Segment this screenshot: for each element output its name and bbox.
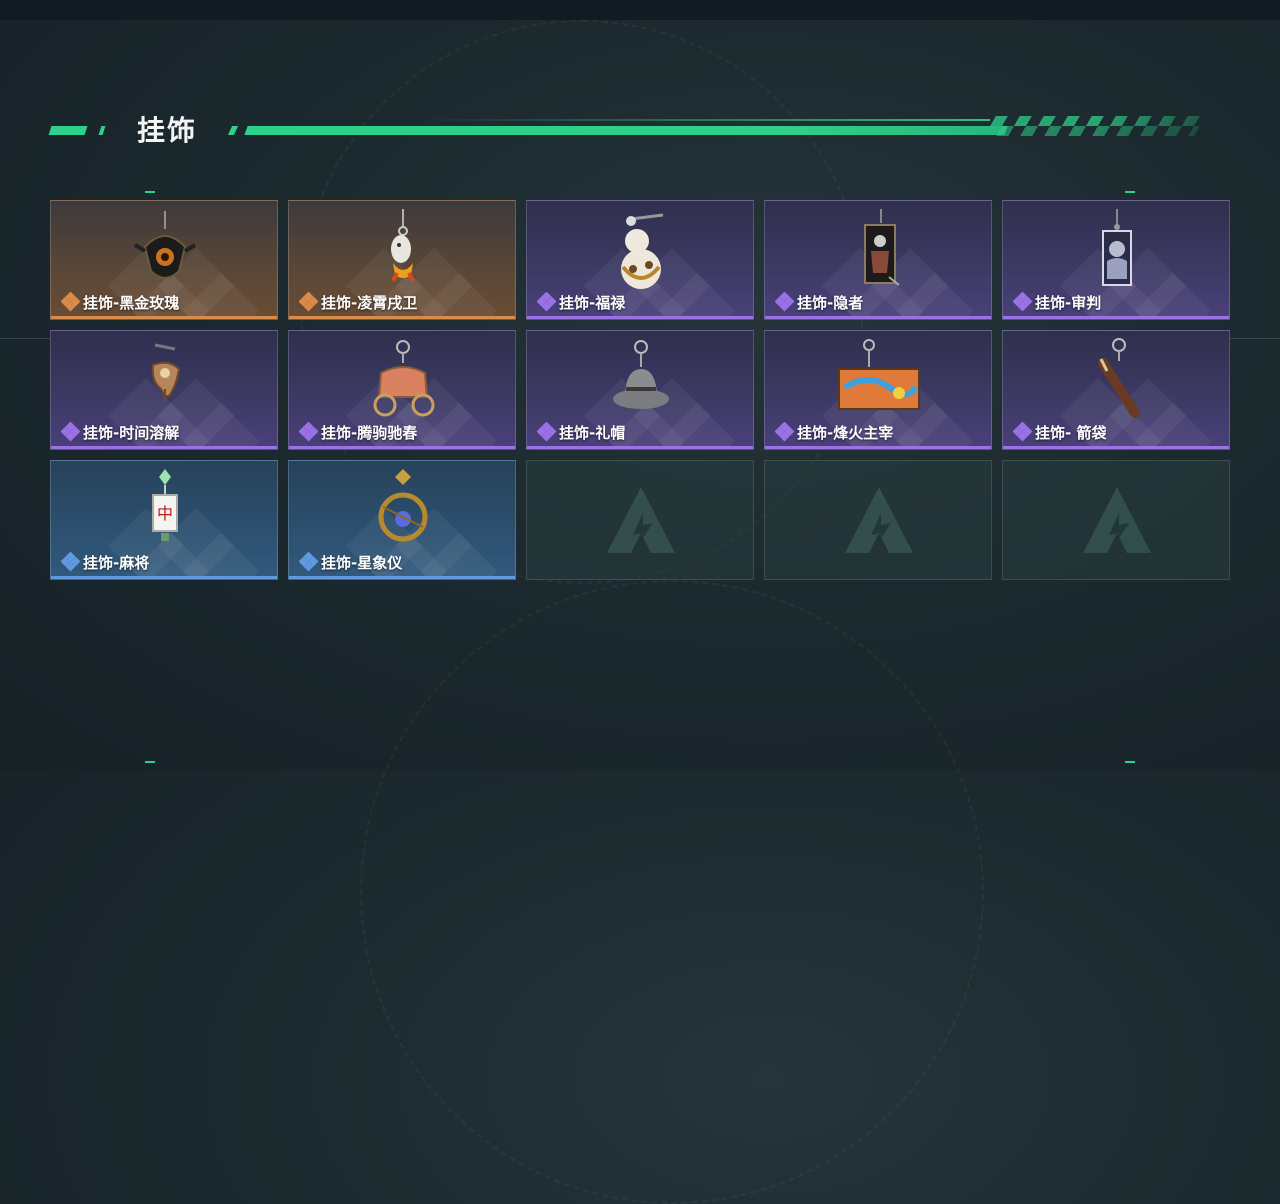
pendant-name: 挂饰-烽火主宰 xyxy=(797,424,894,442)
carriage-pendant-icon xyxy=(373,340,435,417)
header-accent-bar xyxy=(98,126,106,135)
rarity-diamond-icon xyxy=(299,552,319,572)
divider-line xyxy=(1230,338,1280,339)
top-hat-pendant-icon xyxy=(613,340,669,409)
corner-tick xyxy=(1125,761,1135,763)
quiver-pendant-icon xyxy=(1098,338,1140,418)
corner-tick xyxy=(145,761,155,763)
rarity-bar xyxy=(51,316,277,319)
rarity-bar xyxy=(289,446,515,449)
pendant-name: 挂饰-腾驹驰春 xyxy=(321,424,418,442)
judgement-card-pendant-icon xyxy=(1102,209,1132,286)
rarity-diamond-icon xyxy=(775,422,795,442)
top-band xyxy=(0,0,1280,20)
section-header: 挂饰 xyxy=(0,100,1280,150)
header-accent-bar xyxy=(244,126,1008,135)
rarity-diamond-icon xyxy=(61,552,81,572)
pendant-card[interactable]: 挂饰-星象仪 xyxy=(288,460,516,580)
section-title: 挂饰 xyxy=(137,114,198,147)
graffiti-plate-pendant-icon xyxy=(838,339,920,410)
pendant-card[interactable]: 挂饰-隐者 xyxy=(764,200,992,320)
divider-line xyxy=(0,338,50,339)
pendant-name: 挂饰- 箭袋 xyxy=(1035,424,1107,442)
pendant-card[interactable]: 挂饰-礼帽 xyxy=(526,330,754,450)
pendant-name: 挂饰-礼帽 xyxy=(559,424,626,442)
pendant-card[interactable]: 挂饰-时间溶解 xyxy=(50,330,278,450)
pendant-card[interactable]: 挂饰-福禄 xyxy=(526,200,754,320)
corner-tick xyxy=(145,191,155,193)
corner-tick xyxy=(1125,191,1135,193)
pendant-card[interactable]: 挂饰-腾驹驰春 xyxy=(288,330,516,450)
pendant-name: 挂饰-时间溶解 xyxy=(83,424,180,442)
rarity-diamond-icon xyxy=(299,292,319,312)
pendant-name: 挂饰-星象仪 xyxy=(321,554,403,572)
melting-clock-pendant-icon xyxy=(151,343,181,401)
rarity-diamond-icon xyxy=(775,292,795,312)
rarity-diamond-icon xyxy=(61,292,81,312)
header-accent-bar xyxy=(48,126,88,135)
pendant-name: 挂饰-福禄 xyxy=(559,294,626,312)
rarity-diamond-icon xyxy=(537,422,557,442)
rarity-diamond-icon xyxy=(61,422,81,442)
mahjong-tile-pendant-icon: 中 xyxy=(152,469,178,541)
pendant-card[interactable]: 挂饰-审判 xyxy=(1002,200,1230,320)
hermit-card-pendant-icon xyxy=(864,209,900,286)
pendant-name: 挂饰-黑金玫瑰 xyxy=(83,294,180,312)
game-logo-icon xyxy=(607,487,675,553)
empty-slot xyxy=(1002,460,1230,580)
rarity-bar xyxy=(765,446,991,449)
rarity-bar xyxy=(527,316,753,319)
pendant-name: 挂饰-审判 xyxy=(1035,294,1102,312)
dog-guard-pendant-icon xyxy=(391,209,415,282)
pendant-card[interactable]: 挂饰-烽火主宰 xyxy=(764,330,992,450)
pendant-name: 挂饰-隐者 xyxy=(797,294,864,312)
rarity-bar xyxy=(1003,446,1229,449)
header-accent-line xyxy=(420,119,990,121)
rarity-bar xyxy=(289,316,515,319)
pendant-card[interactable]: 中挂饰-麻将 xyxy=(50,460,278,580)
header-accent-bar xyxy=(227,126,239,135)
header-checker-pattern xyxy=(984,116,1206,136)
rarity-diamond-icon xyxy=(1013,422,1033,442)
rarity-diamond-icon xyxy=(537,292,557,312)
background-decor xyxy=(360,580,984,1204)
black-gold-rose-pendant-icon xyxy=(133,211,197,279)
pendant-name: 挂饰-麻将 xyxy=(83,554,150,572)
empty-slot xyxy=(526,460,754,580)
game-logo-icon xyxy=(1083,487,1151,553)
empty-slot xyxy=(764,460,992,580)
pendant-card[interactable]: 挂饰-凌霄戌卫 xyxy=(288,200,516,320)
rarity-bar xyxy=(527,446,753,449)
pendant-card[interactable]: 挂饰- 箭袋 xyxy=(1002,330,1230,450)
rarity-diamond-icon xyxy=(299,422,319,442)
pendant-card[interactable]: 挂饰-黑金玫瑰 xyxy=(50,200,278,320)
rarity-diamond-icon xyxy=(1013,292,1033,312)
rarity-bar xyxy=(289,576,515,579)
astrolabe-pendant-icon xyxy=(378,469,428,542)
game-logo-icon xyxy=(845,487,913,553)
rarity-bar xyxy=(1003,316,1229,319)
pendant-grid: 挂饰-黑金玫瑰 挂饰-凌霄戌卫 挂饰-福禄 挂饰-隐者 挂饰-审判挂饰-时间溶解 挂饰-腾… xyxy=(50,200,1230,580)
gourd-pendant-icon xyxy=(621,213,664,289)
rarity-bar xyxy=(765,316,991,319)
pendant-name: 挂饰-凌霄戌卫 xyxy=(321,294,418,312)
rarity-bar xyxy=(51,446,277,449)
svg-text:中: 中 xyxy=(157,504,173,523)
rarity-bar xyxy=(51,576,277,579)
